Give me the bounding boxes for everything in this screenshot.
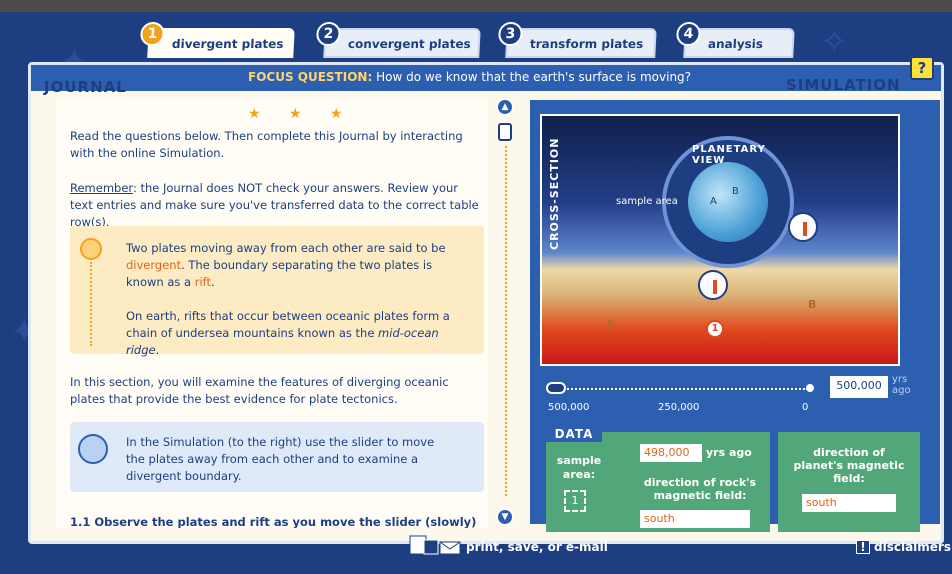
sample-area-heading: sample area: [556,454,602,481]
tick-250000: 250,000 [658,402,700,413]
print-save-email-link[interactable]: print, save, or e-mail [466,540,608,554]
rock-compass-icon [698,270,728,300]
tab-transform-plates[interactable]: 3 transform plates [497,22,657,58]
slider-track[interactable] [552,388,808,390]
help-button[interactable]: ? [910,56,934,80]
journal-title: JOURNAL [44,78,127,96]
rock-field-label: direction of rock's magnetic field: [643,476,757,502]
tab-label: transform plates [529,37,644,51]
scroll-down-button[interactable]: ▼ [496,508,514,526]
plate-b-label: B [808,298,817,311]
stars-decoration: ★ ★ ★ [248,106,355,122]
sample-area-label: sample area [616,196,678,207]
def-end: . [211,275,215,289]
planet-field-label: direction of planet's magnetic field: [793,446,905,485]
tab-number: 3 [497,22,524,46]
term-rift: rift [194,275,212,289]
journal-panel: ★ ★ ★ Read the questions below. Then com… [56,100,488,528]
data-planet-section: direction of planet's magnetic field: so… [778,432,920,532]
data-sample-section: sample area: 1 498,000 yrs ago direction… [546,432,770,532]
planetary-view: PLANETARY VIEW A B [662,136,794,268]
rock-field-value[interactable]: south [640,510,750,528]
ridge-text: On earth, rifts that occur between ocean… [126,308,466,359]
planet-field-value[interactable]: south [802,494,896,512]
tick-0: 0 [802,402,809,413]
scroll-thumb[interactable] [498,123,512,141]
tab-number: 4 [675,22,702,46]
dotted-divider [90,262,92,346]
focus-text: How do we know that the earth's surface … [376,70,692,84]
cross-section-label: CROSS-SECTION [548,137,561,250]
disclaimers-link[interactable]: ! disclaimers [856,540,951,554]
tick-500000: 500,000 [548,402,590,413]
tab-divergent-plates[interactable]: 1 divergent plates [139,22,295,58]
tab-label: analysis [707,37,764,51]
scroll-track[interactable] [505,146,507,496]
planetary-view-label: PLANETARY VIEW [692,144,766,166]
planet-compass-icon [788,212,818,242]
tab-label: convergent plates [347,37,472,51]
slider-value: 500,000 [830,376,888,398]
planet-globe-icon: A B [688,162,768,242]
print-save-email-icon [409,535,461,555]
tab-label: divergent plates [171,37,284,51]
exclamation-icon: ! [856,540,870,554]
pointing-hand-icon [78,434,108,464]
tab-number: 2 [315,22,342,46]
compass-needle [713,280,717,294]
section-text: In this section, you will examine the fe… [70,375,449,406]
ridge-end: . [155,343,160,357]
focus-question: FOCUS QUESTION: How do we know that the … [248,70,691,84]
sample-marker[interactable]: 1 [706,320,724,338]
slider-handle[interactable] [546,382,566,394]
globe-plate-a: A [710,196,717,207]
disclaimers-label: disclaimers [874,540,951,554]
compass-needle [803,222,807,236]
tab-number: 1 [139,22,166,46]
remember-label: Remember [70,181,133,195]
sample-area-value: 1 [564,490,586,512]
browser-top-bar [0,0,952,12]
instruction-text: In the Simulation (to the right) use the… [126,435,435,483]
focus-label: FOCUS QUESTION: [248,70,373,84]
tab-convergent-plates[interactable]: 2 convergent plates [315,22,481,58]
globe-plate-b: B [732,186,739,197]
slider-unit: yrs ago [892,374,911,396]
years-unit: yrs ago [706,446,752,459]
time-slider[interactable]: 500,000 yrs ago 500,000 250,000 0 [540,374,920,422]
journal-remember: Remember: the Journal does NOT check you… [70,180,480,231]
cross-section-scene[interactable]: PLANETARY VIEW A B sample area 1 A B [540,114,900,366]
print-save-email-icons[interactable] [408,532,464,558]
def-line1: Two plates moving away from each other a… [126,241,446,255]
years-value[interactable]: 498,000 [640,444,702,462]
definition-text: Two plates moving away from each other a… [126,240,466,291]
data-title: DATA [546,426,602,442]
term-divergent: divergent [126,258,182,272]
slider-end-dot [806,384,814,392]
simulation-title: SIMULATION [786,76,901,94]
definition-box: Two plates moving away from each other a… [70,226,484,357]
instruction-box: In the Simulation (to the right) use the… [70,422,484,492]
scroll-up-button[interactable]: ▲ [496,98,514,116]
question-1-1: 1.1 Observe the plates and rift as you m… [70,515,477,528]
lightbulb-icon [80,238,102,260]
plate-a-label: A [606,318,615,331]
journal-intro: Read the questions below. Then complete … [70,129,463,160]
tab-analysis[interactable]: 4 analysis [675,22,795,58]
data-panel: sample area: 1 498,000 yrs ago direction… [546,426,920,532]
